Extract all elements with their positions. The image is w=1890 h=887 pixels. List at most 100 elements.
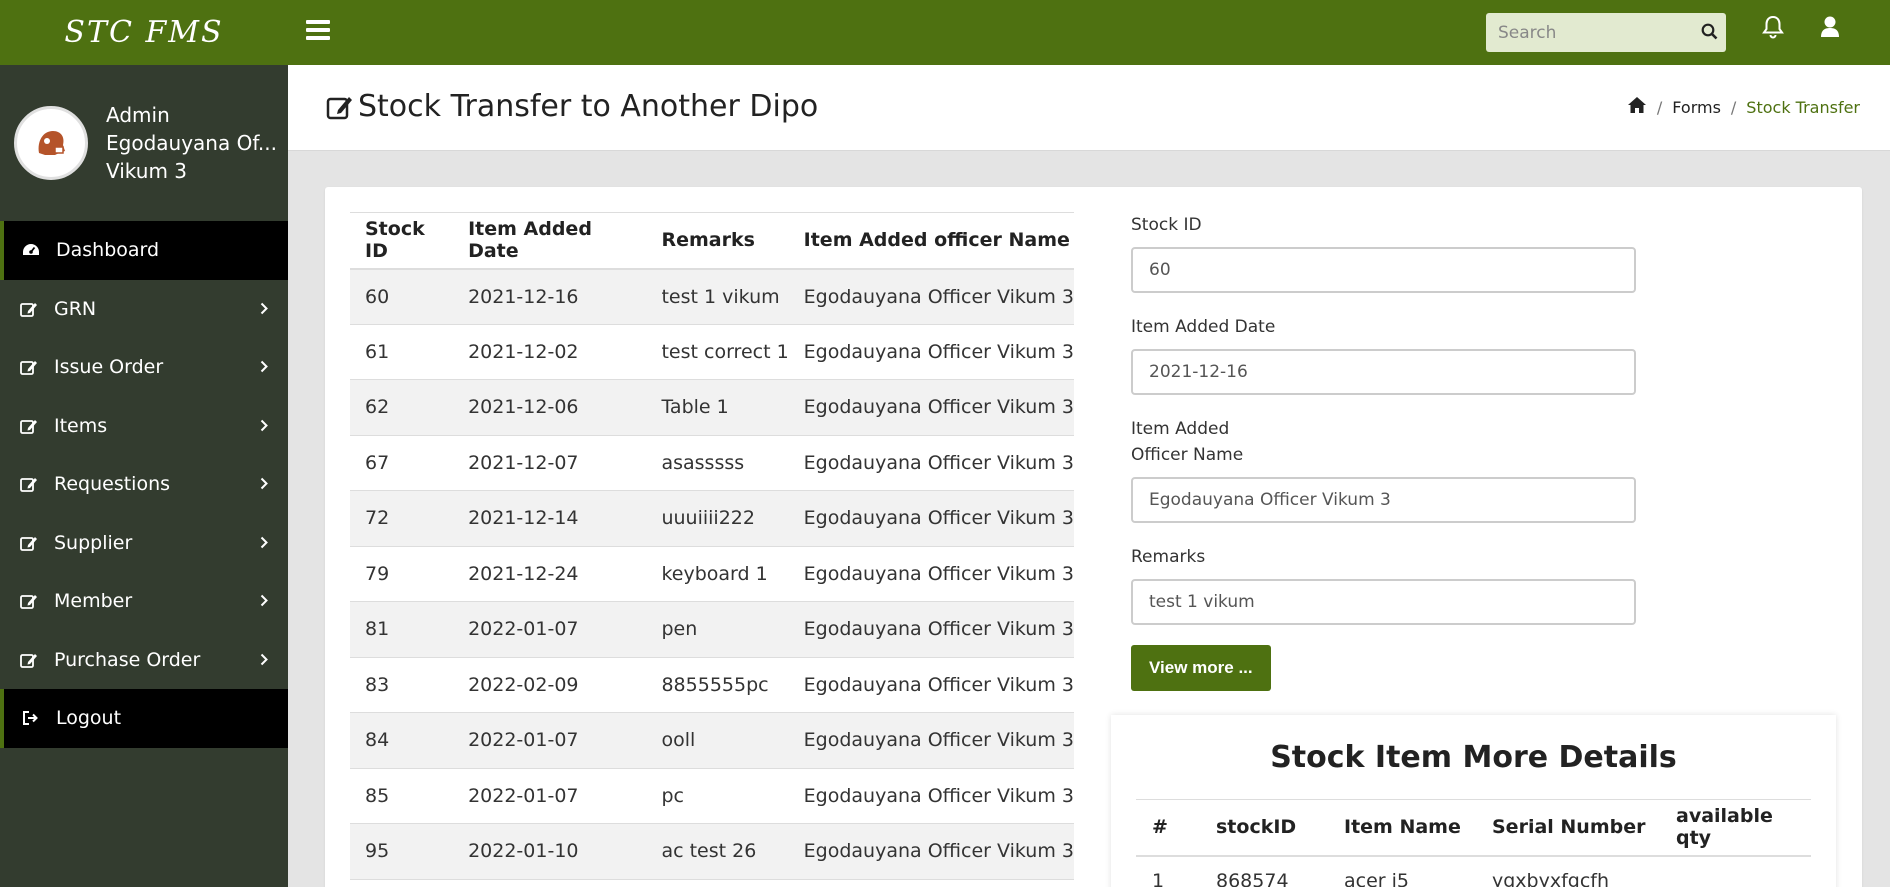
table-row[interactable]: 79 2021-12-24 keyboard 1 Egodauyana Officer… <box>350 546 1074 602</box>
sidebar-item-label: Dashboard <box>56 239 160 262</box>
details-table: # stockID Item Name Serial Number availa… <box>1136 799 1811 887</box>
menu-toggle-icon[interactable] <box>306 20 330 44</box>
user-icon[interactable] <box>1820 15 1840 43</box>
bell-icon[interactable] <box>1762 15 1784 43</box>
sidebar-item-purchase-order[interactable]: Purchase Order <box>0 631 288 690</box>
cell-item-name: acer i5 <box>1344 870 1409 887</box>
stock-details-card: Stock Item More Details # stockID Item N… <box>1111 715 1836 887</box>
search-input[interactable] <box>1486 13 1686 52</box>
cell-stock-id: 84 <box>350 712 454 769</box>
sidebar-item-issue-order[interactable]: Issue Order <box>0 338 288 397</box>
sidebar-item-label: Purchase Order <box>54 648 201 671</box>
edit-icon <box>20 535 54 551</box>
topbar <box>288 0 1890 65</box>
chevron-right-icon <box>260 415 268 437</box>
sign-out-icon <box>22 710 56 726</box>
edit-icon <box>20 301 54 317</box>
chevron-right-icon <box>260 590 268 612</box>
cell-remarks: 8855555pc <box>646 657 789 713</box>
table-row[interactable]: 61 2021-12-02 test correct 1 Egodauyana Off… <box>350 324 1074 380</box>
stock-id-field[interactable] <box>1131 247 1636 293</box>
edit-icon <box>326 94 354 120</box>
cell-officer: Egodauyana Officer Vikum 3 <box>788 601 1074 658</box>
table-row[interactable]: 67 2021-12-07 asasssss Egodauyana Officer V… <box>350 435 1074 491</box>
sidebar-nav: Dashboard GRN Issue Order Items Requesti… <box>0 221 288 748</box>
user-name-line2: Vikum 3 <box>106 159 188 183</box>
sidebar-item-member[interactable]: Member <box>0 572 288 631</box>
view-more-button[interactable]: View more ... <box>1131 645 1271 691</box>
stock-form: Stock ID Item Added Date Item Added Offi… <box>1131 212 1636 691</box>
cell-stock-id: 62 <box>350 379 454 436</box>
breadcrumb-separator: / <box>1656 97 1663 117</box>
dashboard-icon <box>22 242 56 258</box>
home-icon[interactable] <box>1627 96 1647 118</box>
edit-icon <box>20 652 54 668</box>
cell-date: 2021-12-14 <box>453 490 647 547</box>
user-panel: Admin Egodauyana Of... Vikum 3 <box>0 65 288 221</box>
remarks-label: Remarks <box>1131 547 1206 567</box>
chevron-right-icon <box>260 649 268 671</box>
cell-remarks: pen <box>646 601 789 658</box>
officer-label-line2: Officer Name <box>1131 445 1244 465</box>
column-header: Item Added officer Name <box>788 212 1074 270</box>
table-header-row: Stock ID Item Added Date Remarks Item Ad… <box>350 212 1074 270</box>
sidebar-item-logout[interactable]: Logout <box>0 689 288 748</box>
sidebar-item-items[interactable]: Items <box>0 397 288 456</box>
cell-officer: Egodauyana Officer Vikum 3 <box>788 490 1074 547</box>
sidebar-item-grn[interactable]: GRN <box>0 280 288 339</box>
page-title: Stock Transfer to Another Dipo <box>326 89 818 124</box>
table-row[interactable]: 62 2021-12-06 Table 1 Egodauyana Officer Vi… <box>350 379 1074 436</box>
officer-name-field[interactable] <box>1131 477 1636 523</box>
sidebar-item-requestions[interactable]: Requestions <box>0 455 288 514</box>
column-header: stockID <box>1200 799 1328 857</box>
table-row[interactable]: 81 2022-01-07 pen Egodauyana Officer Vikum … <box>350 601 1074 658</box>
breadcrumb-forms[interactable]: Forms <box>1672 98 1721 117</box>
cell-remarks: keyboard 1 <box>646 546 789 602</box>
column-header: Stock ID <box>350 212 454 270</box>
table-row[interactable]: 1 868574 acer i5 ygxbyxfgcfh <box>1136 856 1811 887</box>
cell-index: 1 <box>1152 870 1165 887</box>
cell-stock-id: 868574 <box>1216 870 1289 887</box>
cell-remarks: Table 1 <box>646 379 789 436</box>
brand-logo[interactable]: STC FMS <box>0 0 288 65</box>
cell-officer: Egodauyana Officer Vikum 3 <box>788 657 1074 713</box>
table-row[interactable]: 60 2021-12-16 test 1 vikum Egodauyana Offic… <box>350 268 1074 325</box>
search-icon[interactable] <box>1701 23 1718 44</box>
cell-remarks: asasssss <box>646 435 789 491</box>
cell-remarks: test 1 vikum <box>646 268 789 325</box>
cell-remarks: pc <box>646 768 789 824</box>
cell-officer: Egodauyana Officer Vikum 3 <box>788 268 1074 325</box>
column-header: Item Name <box>1328 799 1476 857</box>
edit-icon <box>20 359 54 376</box>
officer-label-line1: Item Added <box>1131 419 1230 439</box>
user-info: Admin Egodauyana Of... Vikum 3 <box>106 101 286 185</box>
sidebar: STC FMS Admin Egodauyana Of... Vikum 3 D… <box>0 0 288 887</box>
remarks-field[interactable] <box>1131 579 1636 625</box>
table-row[interactable]: 85 2022-01-07 pc Egodauyana Officer Vikum 3 <box>350 768 1074 824</box>
table-row[interactable]: 84 2022-01-07 ooll Egodauyana Officer Vikum… <box>350 712 1074 769</box>
cell-remarks: ac test 26 <box>646 823 789 880</box>
sidebar-item-label: Issue Order <box>54 356 164 379</box>
cell-date: 2021-12-07 <box>453 435 647 491</box>
edit-icon <box>20 593 54 610</box>
cell-stock-id: 85 <box>350 768 454 824</box>
details-title: Stock Item More Details <box>1270 740 1677 775</box>
search-box <box>1486 13 1726 52</box>
cell-date: 2021-12-24 <box>453 546 647 602</box>
sidebar-item-label: Logout <box>56 707 122 730</box>
breadcrumb-separator: / <box>1730 97 1737 117</box>
table-row[interactable]: 83 2022-02-09 8855555pc Egodauyana Officer … <box>350 657 1074 713</box>
date-field[interactable] <box>1131 349 1636 395</box>
table-row[interactable]: 95 2022-01-10 ac test 26 Egodauyana Officer… <box>350 823 1074 880</box>
cell-date: 2021-12-16 <box>453 268 647 325</box>
avatar[interactable] <box>14 106 88 180</box>
sidebar-item-supplier[interactable]: Supplier <box>0 514 288 573</box>
table-row[interactable]: 72 2021-12-14 uuuiiii222 Egodauyana Officer… <box>350 490 1074 547</box>
cell-remarks: uuuiiii222 <box>646 490 789 547</box>
cell-date: 2022-01-07 <box>453 712 647 769</box>
sidebar-item-dashboard[interactable]: Dashboard <box>0 221 288 280</box>
sidebar-item-label: Member <box>54 590 133 613</box>
cell-remarks: ooll <box>646 712 789 769</box>
table-header-row: # stockID Item Name Serial Number availa… <box>1136 799 1811 857</box>
chevron-right-icon <box>260 298 268 320</box>
